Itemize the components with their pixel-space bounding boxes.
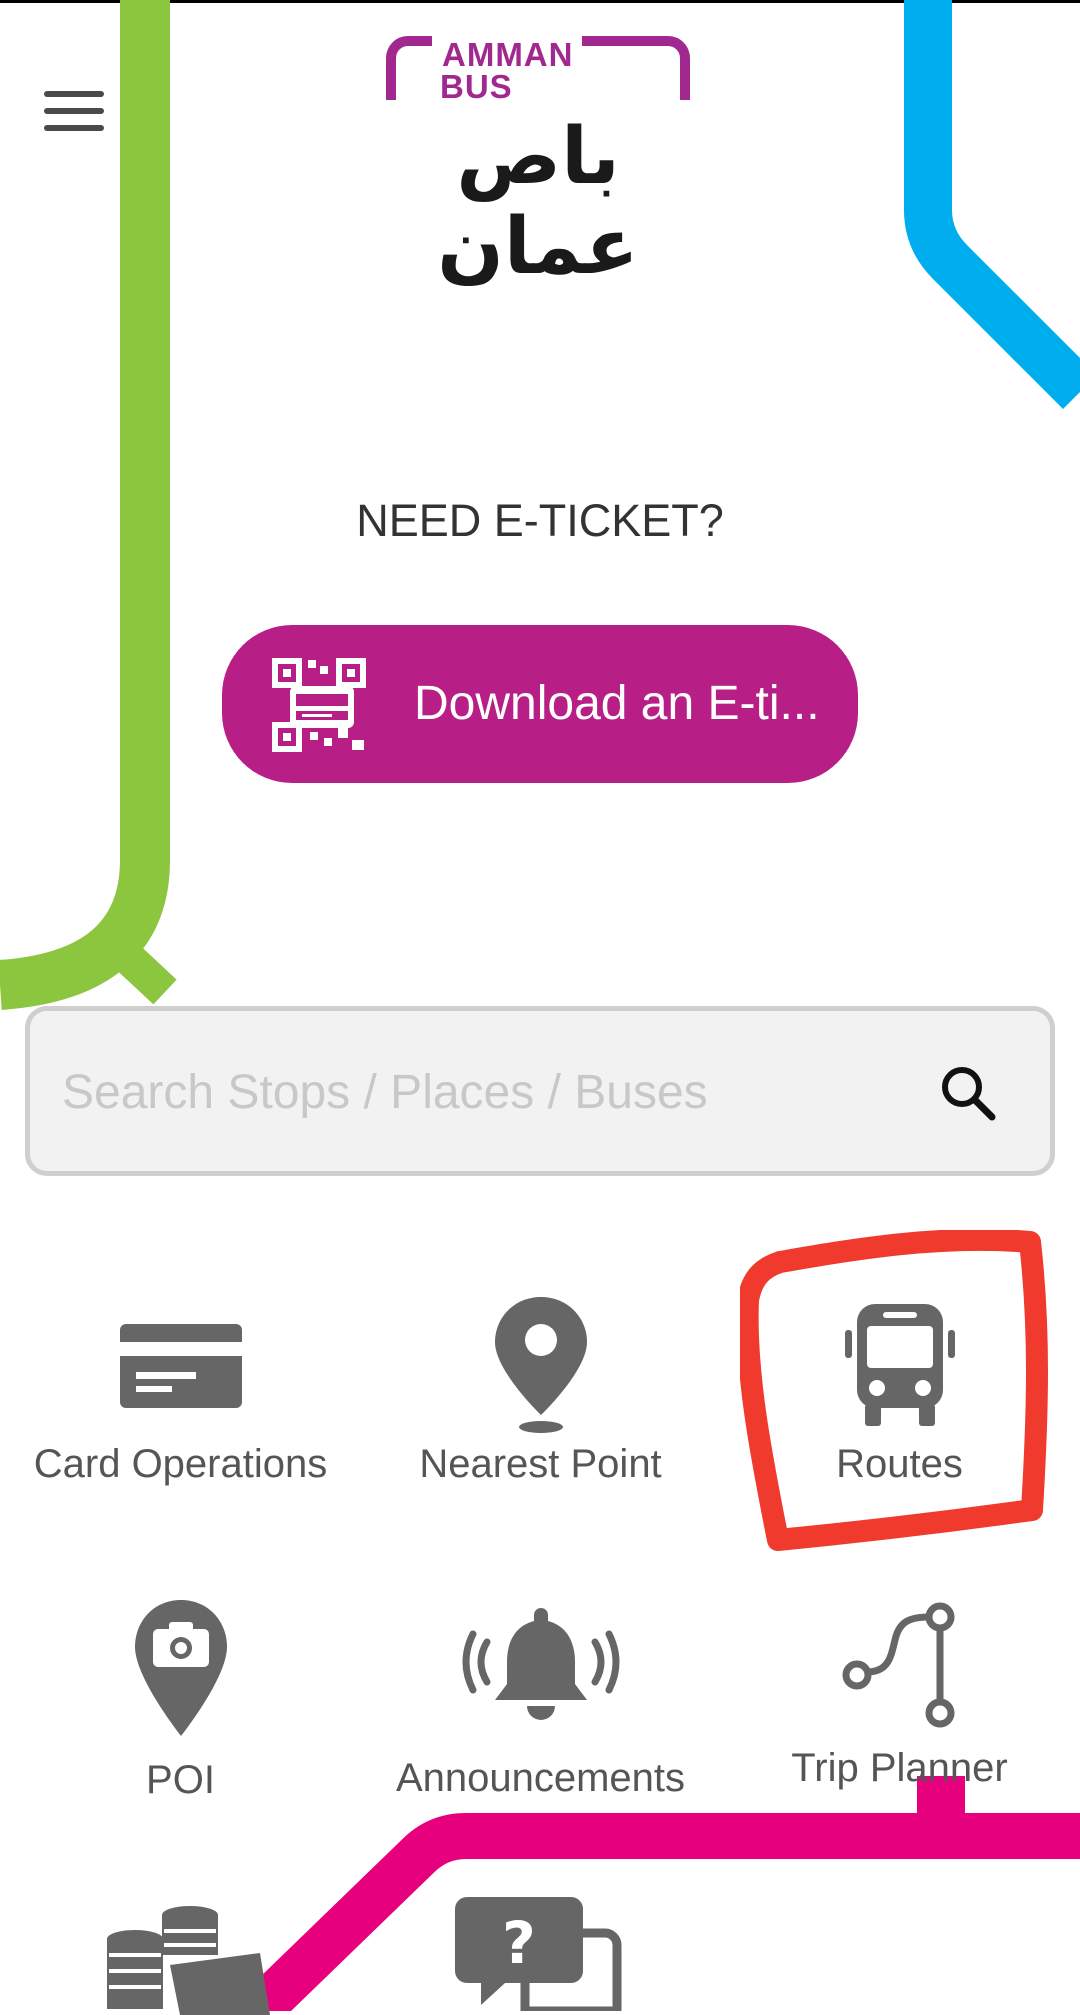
green-line	[0, 0, 170, 1010]
green-line-notch	[108, 937, 177, 1005]
search-input[interactable]	[60, 1041, 914, 1143]
card-operations-label: Card Operations	[33, 1442, 328, 1486]
trip-planner-button[interactable]: Trip Planner	[737, 1600, 1062, 1791]
logo-text-bus: BUS	[440, 68, 513, 105]
download-eticket-label: Download an E-ti...	[414, 677, 820, 730]
card-operations-button[interactable]: Card Operations	[18, 1300, 343, 1487]
menu-button[interactable]	[38, 86, 110, 146]
trip-planner-label: Trip Planner	[791, 1746, 1008, 1790]
download-eticket-button[interactable]: Download an E-ti...	[222, 625, 858, 783]
logo-text-arabic: باص عمان	[437, 112, 639, 292]
svg-text:?: ?	[502, 1909, 536, 1977]
routes-label: Routes	[836, 1442, 963, 1486]
eticket-prompt: NEED E-TICKET?	[356, 495, 724, 546]
nearest-point-button[interactable]: Nearest Point	[378, 1295, 703, 1487]
announcements-label: Announcements	[395, 1756, 686, 1800]
logo-text-amman: AMMAN	[442, 36, 574, 73]
announcements-button[interactable]: Announcements	[378, 1602, 703, 1801]
qr-ticket-icon	[272, 658, 366, 752]
search-bar[interactable]	[25, 1006, 1055, 1176]
location-pin-icon	[494, 1297, 587, 1433]
fares-button[interactable]	[95, 1905, 275, 2015]
faq-chat-icon: ?	[455, 1897, 622, 2011]
poi-button[interactable]: POI	[18, 1598, 343, 1803]
camera-pin-icon	[134, 1600, 227, 1736]
poi-label: POI	[146, 1758, 215, 1802]
amman-bus-logo: AMMAN BUS باص عمان	[386, 32, 696, 292]
menu-bar	[44, 91, 104, 97]
blue-line	[904, 0, 1080, 409]
search-icon[interactable]	[934, 1059, 1004, 1129]
bell-icon	[462, 1608, 619, 1720]
menu-bar	[44, 108, 104, 114]
money-icon	[107, 1906, 270, 2015]
faq-button[interactable]: ?	[455, 1893, 625, 2011]
card-icon	[119, 1324, 242, 1408]
nearest-point-label: Nearest Point	[419, 1442, 662, 1486]
route-path-icon	[842, 1602, 954, 1728]
menu-bar	[44, 125, 104, 131]
bus-icon	[844, 1304, 955, 1426]
routes-button[interactable]: Routes	[737, 1300, 1062, 1487]
magenta-line	[241, 1813, 1080, 2011]
